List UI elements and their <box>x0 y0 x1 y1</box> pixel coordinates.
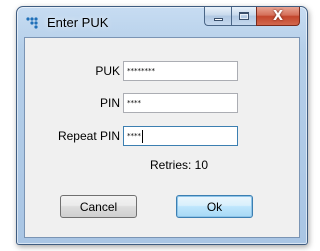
text-caret <box>142 129 143 143</box>
repeat-pin-value: **** <box>127 132 141 140</box>
dots-app-icon <box>26 17 38 29</box>
maximize-button[interactable] <box>231 7 256 26</box>
cancel-button[interactable]: Cancel <box>60 195 137 218</box>
window-title: Enter PUK <box>47 15 109 30</box>
minimize-button[interactable] <box>204 7 231 26</box>
puk-label: PUK <box>95 64 120 78</box>
dialog-window: Enter PUK X PUK ******** PIN **** Repeat… <box>16 6 308 245</box>
close-button[interactable]: X <box>256 7 300 26</box>
pin-label: PIN <box>99 96 120 110</box>
repeat-pin-label: Repeat PIN <box>57 129 120 143</box>
close-icon: X <box>272 8 284 24</box>
minimize-icon <box>213 17 223 21</box>
retries-text: Retries: 10 <box>150 158 209 172</box>
repeat-pin-input[interactable]: **** <box>123 126 238 146</box>
pin-input[interactable]: **** <box>123 93 238 113</box>
ok-button[interactable]: Ok <box>176 195 253 218</box>
title-bar[interactable]: Enter PUK X <box>17 7 307 37</box>
caption-buttons: X <box>204 7 300 26</box>
dialog-client-area: PUK ******** PIN **** Repeat PIN **** Re… <box>24 37 300 238</box>
maximize-icon <box>239 12 249 20</box>
puk-input[interactable]: ******** <box>123 61 238 81</box>
